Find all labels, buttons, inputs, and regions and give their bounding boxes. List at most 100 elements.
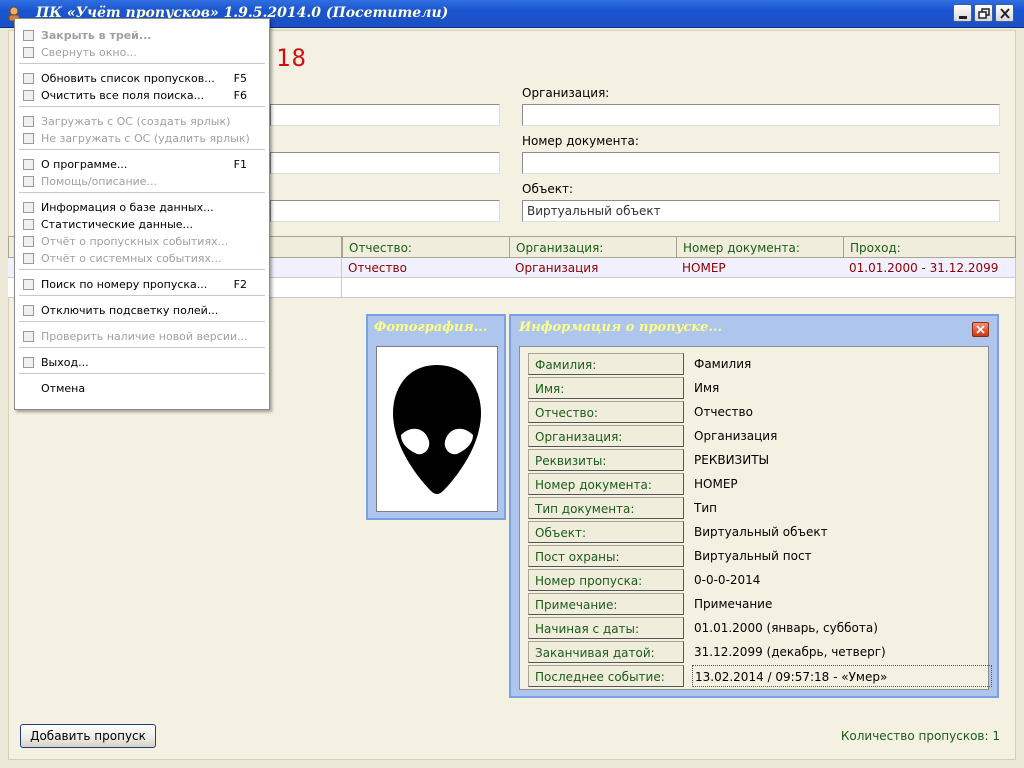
menu-separator [19, 269, 265, 270]
menu-item-label: Отключить подсветку полей... [41, 304, 219, 317]
menu-item-shortcut: F2 [233, 278, 247, 291]
menu-item-icon [23, 253, 34, 264]
menu-item[interactable]: Информация о базе данных... [19, 199, 265, 216]
document-number-input[interactable] [522, 152, 1000, 174]
menu-item-label: Поиск по номеру пропуска... [41, 278, 208, 291]
close-icon [976, 325, 985, 334]
menu-item[interactable]: Отмена [19, 380, 265, 397]
menu-item-icon [23, 176, 34, 187]
table-cell[interactable]: 01.01.2000 - 31.12.2099 [843, 258, 1016, 278]
info-row-label: Примечание: [528, 593, 684, 615]
info-row-label: Начиная с даты: [528, 617, 684, 639]
table-empty-cell[interactable] [676, 278, 844, 298]
menu-item[interactable]: Загружать с ОС (создать ярлык) [19, 113, 265, 130]
menu-item-icon [23, 30, 34, 41]
organization-input[interactable] [522, 104, 1000, 126]
surname-input[interactable] [270, 104, 500, 126]
table-cell[interactable]: Отчество [342, 258, 510, 278]
menu-item-label: Информация о базе данных... [41, 201, 214, 214]
minimize-icon [959, 16, 967, 19]
menu-item-icon [23, 47, 34, 58]
menu-item-icon [23, 357, 34, 368]
menu-item[interactable]: Закрыть в трей... [19, 27, 265, 44]
add-pass-button[interactable]: Добавить пропуск [20, 724, 156, 748]
menu-item[interactable]: Свернуть окно... [19, 44, 265, 61]
maximize-button[interactable] [974, 4, 993, 22]
info-details: Фамилия: Фамилия Имя: Имя Отчество: Отчество О… [519, 346, 992, 690]
menu-item-shortcut: F5 [233, 72, 247, 85]
name-input[interactable] [270, 152, 500, 174]
context-menu: Закрыть в трей... Свернуть окно... Обновит… [14, 18, 270, 410]
menu-item[interactable]: Отчёт о системных событиях... [19, 250, 265, 267]
photo-frame [376, 346, 498, 512]
menu-item-label: Выход... [41, 356, 89, 369]
menu-item[interactable]: Не загружать с ОС (удалить ярлык) [19, 130, 265, 147]
menu-item-label: Обновить список пропусков... [41, 72, 215, 85]
menu-separator [19, 347, 265, 348]
info-row-value[interactable]: 31.12.2099 (декабрь, четверг) [692, 641, 992, 663]
info-row-value[interactable]: 13.02.2014 / 09:57:18 - «Умер» [692, 665, 992, 687]
menu-item[interactable]: О программе... F1 [19, 156, 265, 173]
column-header-document[interactable]: Номер документа: [676, 236, 844, 258]
menu-item[interactable]: Обновить список пропусков... F5 [19, 70, 265, 87]
column-header-pass[interactable]: Проход: [843, 236, 1016, 258]
menu-item-label: Очистить все поля поиска... [41, 89, 205, 102]
table-cell[interactable]: НОМЕР [676, 258, 844, 278]
info-row-label: Номер документа: [528, 473, 684, 495]
menu-item-icon [23, 73, 34, 84]
info-row-value[interactable]: 01.01.2000 (январь, суббота) [692, 617, 992, 639]
table-cell[interactable]: Организация [509, 258, 677, 278]
close-button[interactable] [995, 4, 1014, 22]
menu-item-label: Отмена [41, 382, 86, 395]
menu-separator [19, 149, 265, 150]
patronymic-input[interactable] [270, 200, 500, 222]
info-row-label: Организация: [528, 425, 684, 447]
menu-item-label: Закрыть в трей... [41, 29, 152, 42]
menu-item[interactable]: Статистические данные... [19, 216, 265, 233]
info-row-value[interactable]: Виртуальный пост [692, 545, 992, 567]
menu-item[interactable]: Отчёт о пропускных событиях... [19, 233, 265, 250]
info-row-value[interactable]: Примечание [692, 593, 992, 615]
info-row-label: Заканчивая датой: [528, 641, 684, 663]
photo-panel-title: Фотография... [374, 320, 488, 335]
table-empty-cell[interactable] [509, 278, 677, 298]
info-row-value[interactable]: Имя [692, 377, 992, 399]
table-empty-cell[interactable] [843, 278, 1016, 298]
info-close-button[interactable] [972, 322, 989, 337]
menu-item[interactable]: Помощь/описание... [19, 173, 265, 190]
info-row-label: Номер пропуска: [528, 569, 684, 591]
menu-item-icon [23, 159, 34, 170]
pass-count-status: Количество пропусков: 1 [840, 729, 1000, 743]
object-input[interactable]: Виртуальный объект [522, 200, 1000, 222]
column-header-patronymic[interactable]: Отчество: [342, 236, 510, 258]
info-row-label: Отчество: [528, 401, 684, 423]
menu-item[interactable]: Выход... [19, 354, 265, 371]
info-row-label: Объект: [528, 521, 684, 543]
info-row-label: Пост охраны: [528, 545, 684, 567]
column-header-organization[interactable]: Организация: [509, 236, 677, 258]
menu-item[interactable]: Очистить все поля поиска... F6 [19, 87, 265, 104]
info-row-label: Последнее событие: [528, 665, 684, 687]
close-icon [1000, 8, 1010, 19]
info-row-value[interactable]: 0-0-0-2014 [692, 569, 992, 591]
info-row-value[interactable]: Организация [692, 425, 992, 447]
menu-item[interactable]: Поиск по номеру пропуска... F2 [19, 276, 265, 293]
menu-item-label: Отчёт о пропускных событиях... [41, 235, 229, 248]
menu-separator [19, 321, 265, 322]
menu-item-label: Свернуть окно... [41, 46, 137, 59]
menu-item[interactable]: Проверить наличие новой версии... [19, 328, 265, 345]
info-row-value[interactable]: НОМЕР [692, 473, 992, 495]
menu-item-icon [23, 331, 34, 342]
info-row-value[interactable]: Тип [692, 497, 992, 519]
info-row-value[interactable]: Фамилия [692, 353, 992, 375]
menu-item[interactable]: Отключить подсветку полей... [19, 302, 265, 319]
info-row-value[interactable]: РЕКВИЗИТЫ [692, 449, 992, 471]
menu-item-icon [23, 219, 34, 230]
alien-head-icon [393, 365, 481, 494]
table-empty-cell[interactable] [342, 278, 510, 298]
info-row-value[interactable]: Виртуальный объект [692, 521, 992, 543]
info-row-value[interactable]: Отчество [692, 401, 992, 423]
menu-separator [19, 192, 265, 193]
info-row-label: Фамилия: [528, 353, 684, 375]
minimize-button[interactable] [953, 4, 972, 22]
